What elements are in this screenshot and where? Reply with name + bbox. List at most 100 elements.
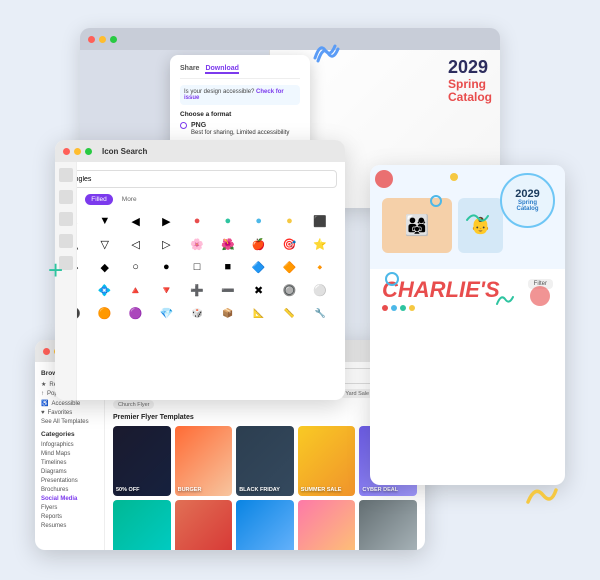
cat-infographics[interactable]: Infographics: [41, 442, 98, 448]
format-label: Choose a format: [180, 111, 300, 118]
maximize-dot[interactable]: [110, 36, 117, 43]
tab-download[interactable]: Download: [205, 65, 238, 74]
tab-filled[interactable]: Filled: [85, 194, 113, 205]
icon-gem[interactable]: 💎: [155, 303, 177, 323]
icon-outline-tri-left[interactable]: ◁: [125, 234, 147, 254]
dialog-tabs: Share Download: [180, 65, 300, 79]
icon-triangle-down[interactable]: ▼: [94, 211, 116, 231]
icon-radio[interactable]: 🔘: [278, 280, 300, 300]
template-3[interactable]: BLACK FRIDAY: [236, 426, 294, 496]
catalog-body: Filter CHARLIE'S: [370, 269, 565, 321]
icon-triangle-left[interactable]: ◀: [125, 211, 147, 231]
minimize-dot-mid[interactable]: [74, 148, 81, 155]
icon-star[interactable]: ⭐: [309, 234, 331, 254]
cat-diagrams[interactable]: Diagrams: [41, 469, 98, 475]
decorative-plus: +: [48, 255, 63, 286]
sidebar-accessible[interactable]: ♿ Accessible: [41, 400, 98, 407]
maximize-dot-mid[interactable]: [85, 148, 92, 155]
icon-small-orange[interactable]: 🔸: [309, 257, 331, 277]
icon-yellow-circle[interactable]: ●: [278, 211, 300, 231]
cat-flyers[interactable]: Flyers: [41, 505, 98, 511]
cat-resumes[interactable]: Resumes: [41, 523, 98, 529]
icon-diamond-blue2[interactable]: 💠: [94, 280, 116, 300]
icon-flower[interactable]: 🌸: [186, 234, 208, 254]
template-4[interactable]: SUMMER SALE: [298, 426, 356, 496]
tab-more[interactable]: More: [116, 194, 143, 205]
cat-socialmedia[interactable]: Social Media: [41, 496, 98, 502]
template-9[interactable]: YARD SALE: [298, 500, 356, 550]
template-6[interactable]: GRAND OPEN: [113, 500, 171, 550]
cat-timelines[interactable]: Timelines: [41, 460, 98, 466]
icon-blue-diamond[interactable]: 🔷: [248, 257, 270, 277]
png-radio[interactable]: [180, 122, 187, 129]
icon-filter-tabs: All Filled More: [63, 194, 337, 205]
template-10[interactable]: CHURCH EVENT: [359, 500, 417, 550]
dot-blue: [391, 305, 397, 311]
minimize-dot[interactable]: [99, 36, 106, 43]
close-dot-bottom[interactable]: [43, 348, 50, 355]
cat-presentations[interactable]: Presentations: [41, 478, 98, 484]
icon-orange-diamond[interactable]: 🔶: [278, 257, 300, 277]
format-png[interactable]: PNG Best for sharing, Limited accessibil…: [180, 121, 300, 138]
icon-cube[interactable]: 🎲: [186, 303, 208, 323]
icon-minus[interactable]: ➖: [217, 280, 239, 300]
sidebar-icon-2[interactable]: [59, 190, 73, 204]
close-dot-mid[interactable]: [63, 148, 70, 155]
template-8[interactable]: NEW SMARTPHONE: [236, 500, 294, 550]
icon-3d-shapes[interactable]: 📦: [217, 303, 239, 323]
catalog-dots: [382, 305, 553, 311]
dot-teal: [400, 305, 406, 311]
filter-church[interactable]: Church Flyer: [113, 400, 154, 409]
icon-green-circle[interactable]: ●: [217, 211, 239, 231]
close-dot[interactable]: [88, 36, 95, 43]
catalog-year-badge: 2029 Spring Catalog: [500, 173, 555, 228]
icon-wrench[interactable]: 🔧: [309, 303, 331, 323]
sidebar-icon-1[interactable]: [59, 168, 73, 182]
card-toolbar: [80, 28, 500, 50]
icon-outline-tri-right[interactable]: ▷: [155, 234, 177, 254]
deco-blue-ring: [430, 195, 442, 207]
icon-red-tri-up[interactable]: 🔺: [125, 280, 147, 300]
icon-outline-tri-down[interactable]: ▽: [94, 234, 116, 254]
deco-body-ring: [385, 272, 399, 286]
catalog-main-image: 👨‍👩‍👧: [382, 198, 452, 253]
tab-share[interactable]: Share: [180, 65, 199, 74]
sidebar-icon-4[interactable]: [59, 234, 73, 248]
icon-square-outline[interactable]: □: [186, 257, 208, 277]
icon-black-square[interactable]: ⬛: [309, 211, 331, 231]
icon-search-input[interactable]: [63, 170, 337, 188]
template-1[interactable]: 50% OFF: [113, 426, 171, 496]
icon-circle-fill[interactable]: ●: [155, 257, 177, 277]
template-2[interactable]: BURGER: [175, 426, 233, 496]
cat-reports[interactable]: Reports: [41, 514, 98, 520]
icon-diamond-fill[interactable]: ◆: [94, 257, 116, 277]
cat-mindmaps[interactable]: Mind Maps: [41, 451, 98, 457]
icon-target[interactable]: 🎯: [278, 234, 300, 254]
icon-white-circle[interactable]: ⚪: [309, 280, 331, 300]
icon-orange-circle[interactable]: 🟠: [94, 303, 116, 323]
dot-red: [382, 305, 388, 311]
icon-purple-circle[interactable]: 🟣: [125, 303, 147, 323]
cat-brochures[interactable]: Brochures: [41, 487, 98, 493]
icon-red-circle[interactable]: ●: [186, 211, 208, 231]
icon-triangle-right[interactable]: ▶: [155, 211, 177, 231]
icon-ruler-sq[interactable]: 📐: [248, 303, 270, 323]
design-year: 2029 Spring Catalog: [448, 58, 492, 104]
catalog-header: 2029 Spring Catalog 👨‍👩‍👧 👶: [370, 165, 565, 269]
template-7[interactable]: HALLOWEEN: [175, 500, 233, 550]
icon-search-card: Icon Search All Filled More ▲ ▼ ◀ ▶: [55, 140, 345, 400]
sidebar-all-templates[interactable]: See All Templates: [41, 419, 98, 425]
icon-red-tri-down[interactable]: 🔻: [155, 280, 177, 300]
sidebar-icon-3[interactable]: [59, 212, 73, 226]
icon-flower2[interactable]: 🌺: [217, 234, 239, 254]
sidebar-favorites[interactable]: ♥ Favorites: [41, 410, 98, 416]
icon-ruler[interactable]: 📏: [278, 303, 300, 323]
star-icon: ★: [41, 381, 46, 388]
icon-plus[interactable]: ➕: [186, 280, 208, 300]
icon-square-fill[interactable]: ■: [217, 257, 239, 277]
icon-apple[interactable]: 🍎: [248, 234, 270, 254]
catalog-season2: Catalog: [516, 206, 538, 212]
icon-times[interactable]: ✖: [248, 280, 270, 300]
icon-blue-circle[interactable]: ●: [248, 211, 270, 231]
icon-circle-outline[interactable]: ○: [125, 257, 147, 277]
